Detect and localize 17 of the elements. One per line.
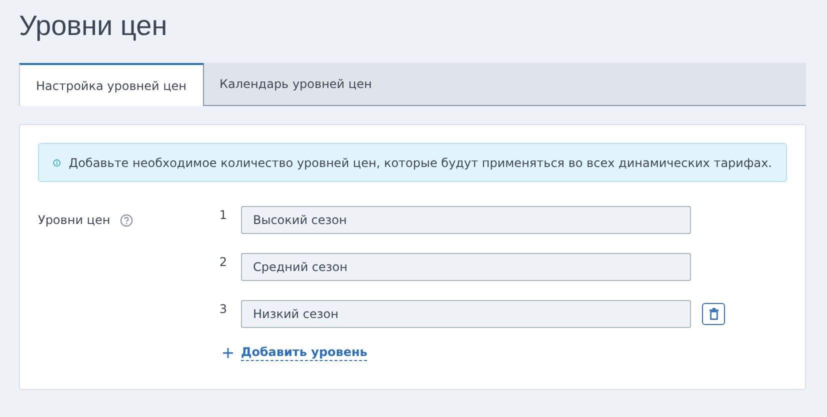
trash-icon [708,308,718,320]
level-name-field[interactable]: Высокий сезон [241,206,691,234]
help-icon[interactable] [120,214,134,227]
add-level-link[interactable]: Добавить уровень [241,345,368,361]
tab[interactable]: Календарь уровней цен [204,63,388,105]
level-name-field[interactable]: Низкий сезон [241,300,691,328]
info-text: Добавьте необходимое количество уровней цен, которые будут применяться во всех динамических тарифах. [68,156,772,170]
tab[interactable]: Настройка уровней цен [19,63,204,106]
level-number: 2 [218,255,227,269]
delete-button[interactable] [702,303,725,325]
level-number: 1 [218,208,227,222]
plus-icon[interactable] [223,348,233,358]
level-number: 3 [218,302,227,316]
info-icon [53,156,61,168]
level-name-field[interactable]: Средний сезон [241,253,691,281]
page-title: Уровни цен [19,9,168,43]
field-label: Уровни цен [38,213,110,227]
